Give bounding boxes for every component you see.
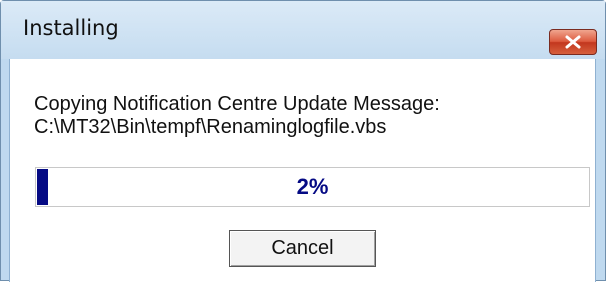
cancel-button[interactable]: Cancel (229, 230, 376, 267)
installing-dialog: Installing Copying Notification Centre U… (0, 0, 606, 282)
status-message-line-1: Copying Notification Centre Update Messa… (34, 93, 440, 115)
progress-bar: 2% (35, 167, 590, 207)
title-bar[interactable]: Installing (1, 1, 605, 59)
window-title: Installing (23, 16, 119, 40)
progress-percent: 2% (296, 174, 329, 199)
dialog-body: Copying Notification Centre Update Messa… (9, 59, 596, 282)
close-button[interactable] (549, 29, 597, 55)
close-icon (565, 35, 581, 49)
status-message-line-2: C:\MT32\Bin\tempf\Renaminglogfile.vbs (34, 116, 387, 138)
status-message: Copying Notification Centre Update Messa… (34, 93, 440, 139)
